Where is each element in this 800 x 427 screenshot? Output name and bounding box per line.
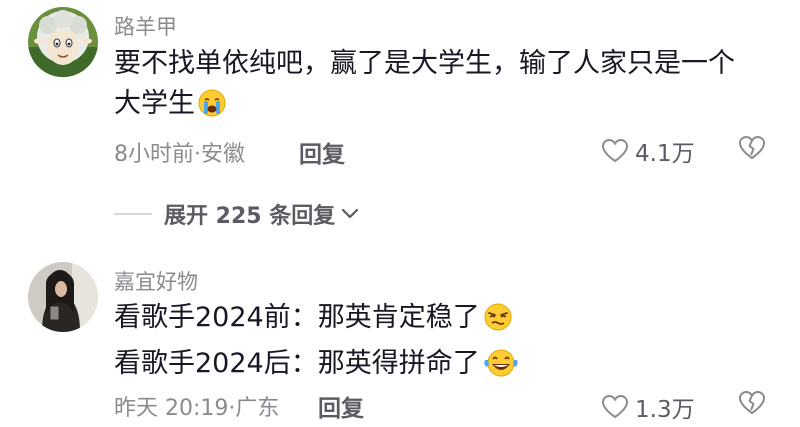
avatar[interactable]: [28, 7, 98, 77]
comment-time-location: 8小时前·安徽: [114, 142, 245, 167]
chevron-down-icon: [342, 208, 359, 219]
broken-heart-icon: [738, 390, 766, 415]
reply-button[interactable]: 回复: [318, 389, 364, 423]
cartoon-sheep-avatar-icon: [28, 7, 98, 77]
comment-username[interactable]: 路羊甲: [114, 11, 177, 41]
divider-line: [114, 213, 152, 215]
comment-time-location: 昨天 20:19·广东: [114, 396, 280, 421]
reply-button[interactable]: 回复: [299, 135, 345, 169]
like-button[interactable]: 4.1万: [601, 134, 695, 168]
like-count: 4.1万: [635, 141, 695, 167]
heart-icon: [601, 138, 629, 163]
comment-text: 看歌手2024前：那英肯定稳了 看歌手2024后：那英得拼命了: [114, 298, 774, 390]
comment-text-line-1: 看歌手2024前：那英肯定稳了: [114, 298, 774, 344]
avatar[interactable]: [28, 262, 98, 332]
like-count: 1.3万: [635, 397, 695, 423]
expand-replies-button[interactable]: 展开 225 条回复: [114, 196, 359, 232]
crying-face-emoji-icon: [197, 88, 227, 130]
comment-text-line-2: 看歌手2024后：那英得拼命了: [114, 344, 774, 390]
comment-text-line-span: 看歌手2024前：那英肯定稳了: [114, 302, 480, 333]
comment-text: 要不找单依纯吧，赢了是大学生，输了人家只是一个 大学生: [114, 44, 774, 130]
comment-text-line-span: 大学生: [114, 88, 195, 119]
person-photo-avatar-icon: [28, 262, 98, 332]
tears-of-joy-emoji-icon: [482, 348, 520, 390]
like-button[interactable]: 1.3万: [601, 390, 695, 424]
broken-heart-icon: [738, 135, 766, 160]
comment-text-line: 要不找单依纯吧，赢了是大学生，输了人家只是一个: [114, 48, 735, 79]
comment-text-line-2: 大学生: [114, 84, 774, 130]
dislike-button[interactable]: [738, 135, 766, 165]
comment-username[interactable]: 嘉宜好物: [114, 266, 198, 296]
expand-replies-label: 展开 225 条回复: [164, 204, 336, 229]
dislike-button[interactable]: [738, 390, 766, 420]
smirk-face-emoji-icon: [482, 302, 514, 344]
heart-icon: [601, 394, 629, 419]
comment-text-line-span: 看歌手2024后：那英得拼命了: [114, 348, 480, 379]
